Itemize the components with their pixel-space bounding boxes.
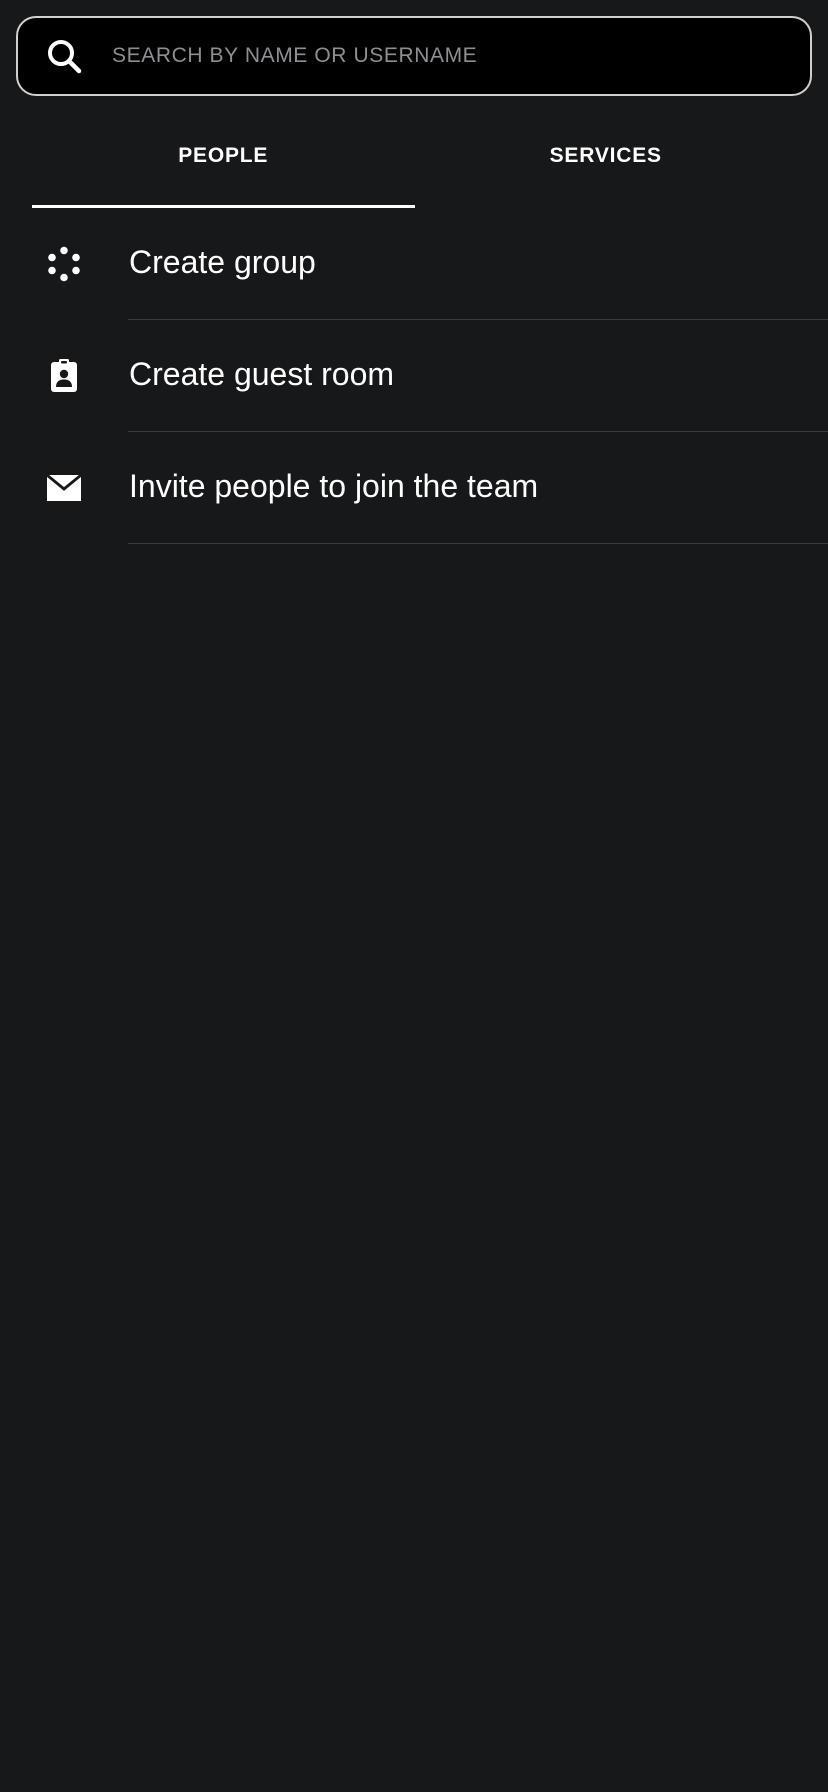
tab-bar: PEOPLE SERVICES (32, 110, 797, 208)
guest-badge-icon (44, 358, 84, 394)
create-guest-room-label: Create guest room (129, 356, 395, 392)
create-group-label: Create group (129, 244, 316, 280)
search-bar[interactable] (16, 16, 812, 96)
action-list: Create group Create guest room Invite pe… (0, 208, 828, 544)
app-root: PEOPLE SERVICES Create group (0, 0, 828, 1792)
create-guest-room-item[interactable]: Create guest room (0, 320, 828, 432)
envelope-icon (44, 470, 84, 506)
invite-people-item[interactable]: Invite people to join the team (0, 432, 828, 544)
tab-people-label: PEOPLE (178, 144, 269, 167)
search-input[interactable] (112, 18, 802, 94)
tab-people[interactable]: PEOPLE (32, 110, 415, 208)
create-group-item[interactable]: Create group (0, 208, 828, 320)
tab-services-label: SERVICES (549, 144, 662, 167)
tab-services[interactable]: SERVICES (415, 110, 798, 208)
group-icon (44, 246, 84, 282)
search-icon (46, 38, 82, 74)
invite-people-label: Invite people to join the team (129, 468, 539, 504)
divider (128, 543, 828, 544)
